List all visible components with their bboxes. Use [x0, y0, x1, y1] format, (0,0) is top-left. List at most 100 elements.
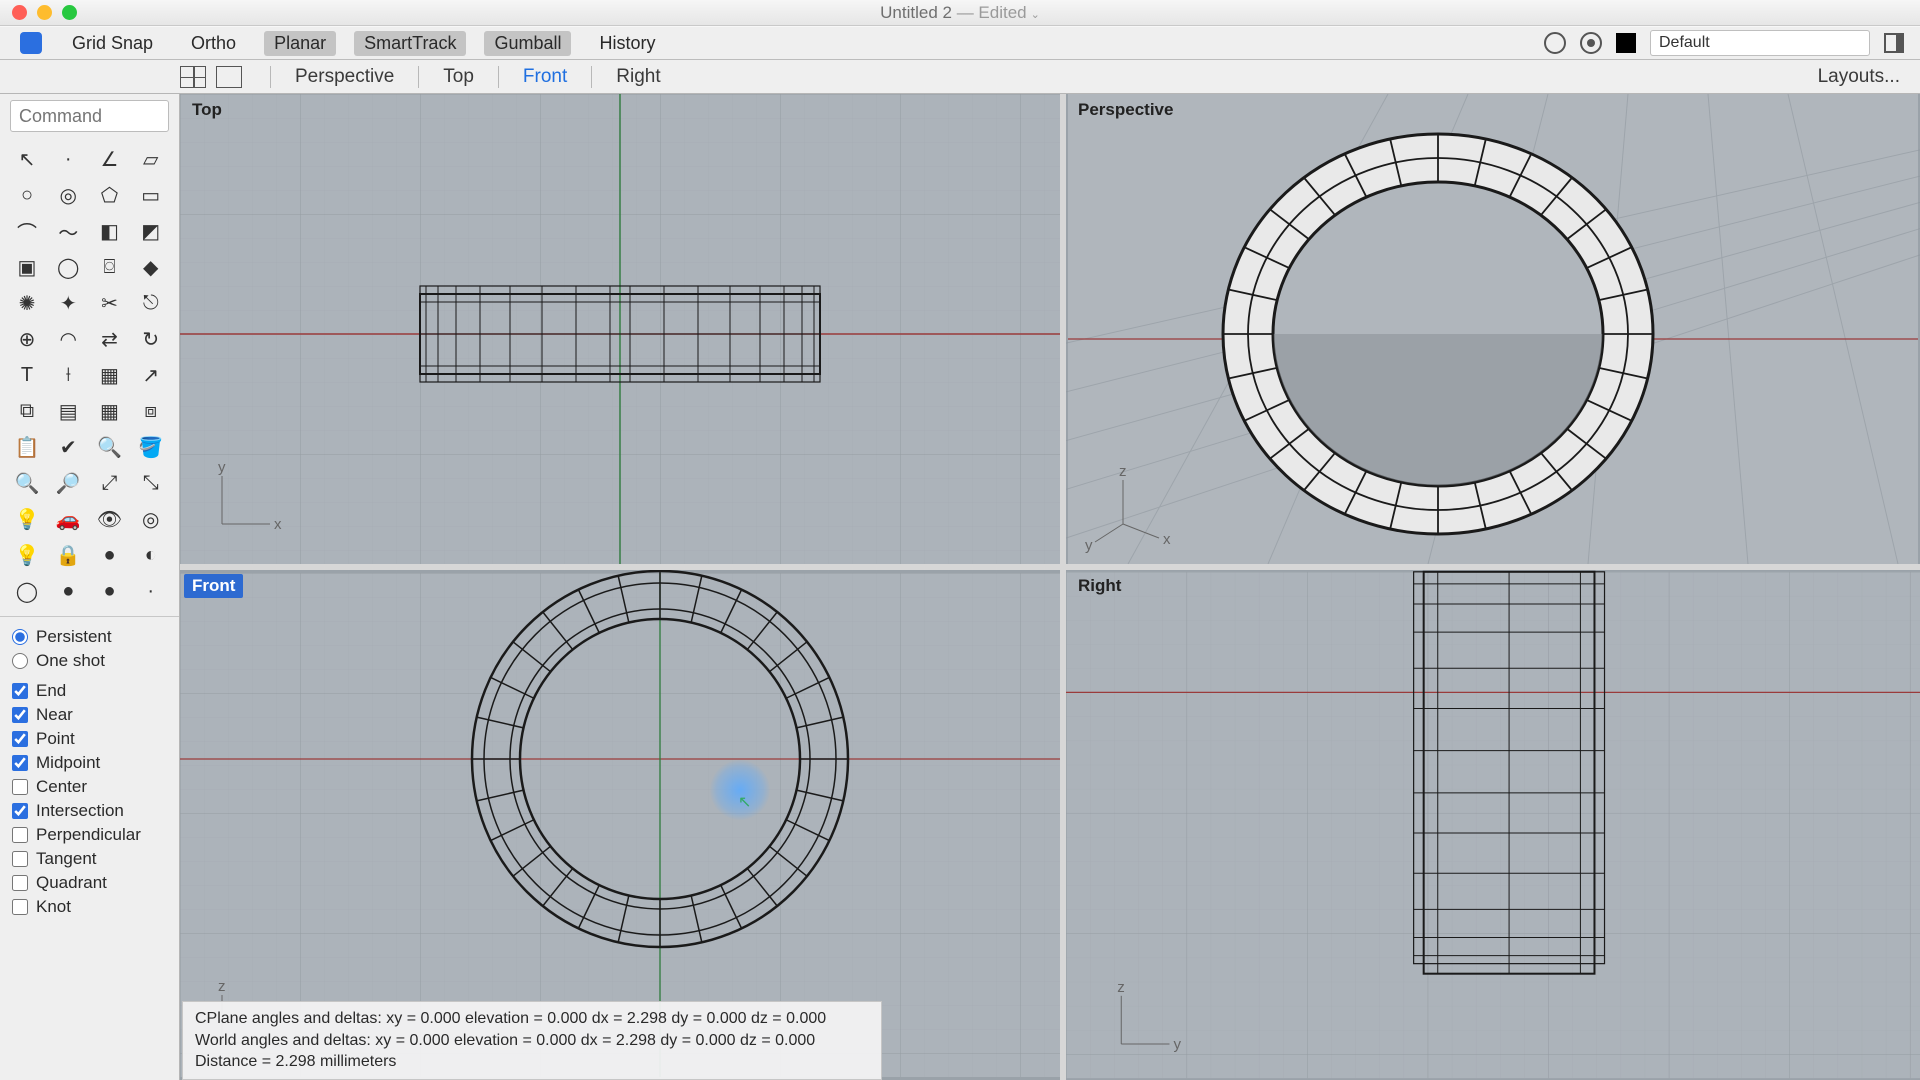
osnap-mode-persistent[interactable]: Persistent	[12, 625, 167, 649]
single-view-icon[interactable]	[216, 66, 242, 88]
plane[interactable]: ▭	[134, 180, 168, 210]
viewport-right[interactable]: Right	[1066, 570, 1920, 1080]
material[interactable]: ●	[93, 540, 127, 570]
curve[interactable]: 〜	[51, 216, 85, 246]
join[interactable]: ⎋	[134, 288, 168, 318]
command-input[interactable]	[10, 100, 169, 132]
svg-text:z: z	[218, 978, 226, 995]
dimension[interactable]: ⟊	[51, 360, 85, 390]
osnap-near[interactable]: Near	[12, 703, 167, 727]
layer-color-swatch[interactable]	[1616, 33, 1636, 53]
osnap-mode-oneshot[interactable]: One shot	[12, 649, 167, 673]
close-window-button[interactable]	[12, 5, 27, 20]
viewport-title-front[interactable]: Front	[184, 574, 243, 598]
inspect[interactable]: 🔍	[93, 432, 127, 462]
planar-toggle[interactable]: Planar	[264, 31, 336, 56]
osnap-quadrant[interactable]: Quadrant	[12, 871, 167, 895]
app-icon[interactable]	[20, 32, 42, 54]
array[interactable]: ▤	[51, 396, 85, 426]
rotate[interactable]: ↻	[134, 324, 168, 354]
svg-text:y: y	[1085, 537, 1093, 554]
layer-dropdown[interactable]: Default	[1650, 30, 1870, 56]
four-view-icon[interactable]	[180, 66, 206, 88]
circle-tool-icon[interactable]	[1544, 32, 1566, 54]
polyline[interactable]: ∠	[93, 144, 127, 174]
split[interactable]: ✂	[93, 288, 127, 318]
target[interactable]: ◎	[134, 504, 168, 534]
lightbulb2[interactable]: 💡	[10, 540, 44, 570]
zoom-extents[interactable]: ⤢	[93, 468, 127, 498]
viewport-title-right[interactable]: Right	[1070, 574, 1129, 598]
tab-front[interactable]: Front	[517, 64, 573, 90]
rectangle[interactable]: ▱	[134, 144, 168, 174]
osnap-perpendicular[interactable]: Perpendicular	[12, 823, 167, 847]
grid-snap-toggle[interactable]: Grid Snap	[62, 31, 163, 56]
lock[interactable]: 🔒	[51, 540, 85, 570]
osnap-midpoint[interactable]: Midpoint	[12, 751, 167, 775]
sphere-shaded[interactable]: ●	[51, 576, 85, 606]
viewport-top[interactable]: Top	[180, 94, 1060, 564]
check[interactable]: ✔	[51, 432, 85, 462]
window-title[interactable]: Untitled 2 — Edited⌄	[880, 3, 1040, 23]
leader[interactable]: ↗	[134, 360, 168, 390]
osnap-end[interactable]: End	[12, 679, 167, 703]
sphere-wire[interactable]: ◯	[10, 576, 44, 606]
right-panel-toggle[interactable]	[1884, 33, 1904, 53]
arc[interactable]: ⌒	[10, 216, 44, 246]
gumball-toggle[interactable]: Gumball	[484, 31, 571, 56]
viewport-title-perspective[interactable]: Perspective	[1070, 98, 1181, 122]
tab-right[interactable]: Right	[610, 64, 666, 90]
tool[interactable]: ·	[134, 576, 168, 606]
left-sidebar: ↖·∠▱○◎⬠▭⌒〜◧◩▣◯⌼◆✺✦✂⎋⊕◠⇄↻T⟊▦↗⧉▤▦⧈📋✔🔍🪣🔍🔎⤢⤡…	[0, 94, 180, 1080]
tab-top[interactable]: Top	[437, 64, 480, 90]
osnap-tangent[interactable]: Tangent	[12, 847, 167, 871]
surface-loft[interactable]: ◧	[93, 216, 127, 246]
window-titlebar: Untitled 2 — Edited⌄	[0, 0, 1920, 26]
osnap-knot[interactable]: Knot	[12, 895, 167, 919]
maximize-window-button[interactable]	[62, 5, 77, 20]
tab-perspective[interactable]: Perspective	[289, 64, 400, 90]
color-wheel[interactable]: ◐	[134, 540, 168, 570]
viewport-perspective[interactable]: Perspective	[1066, 94, 1920, 564]
ellipse[interactable]: ◎	[51, 180, 85, 210]
group[interactable]: ⧉	[10, 396, 44, 426]
boolean-union[interactable]: ⊕	[10, 324, 44, 354]
paint[interactable]: 🪣	[134, 432, 168, 462]
fillet[interactable]: ◠	[51, 324, 85, 354]
osnap-center[interactable]: Center	[12, 775, 167, 799]
smarttrack-toggle[interactable]: SmartTrack	[354, 31, 466, 56]
flash[interactable]: ✦	[51, 288, 85, 318]
light-bulb[interactable]: 💡	[10, 504, 44, 534]
text[interactable]: T	[10, 360, 44, 390]
history-toggle[interactable]: History	[589, 31, 665, 56]
point[interactable]: ·	[51, 144, 85, 174]
explode[interactable]: ✺	[10, 288, 44, 318]
ungroup[interactable]: ⧈	[134, 396, 168, 426]
viewport-title-top[interactable]: Top	[184, 98, 230, 122]
car[interactable]: 🚗	[51, 504, 85, 534]
box[interactable]: ▣	[10, 252, 44, 282]
zoom-window[interactable]: 🔎	[51, 468, 85, 498]
minimize-window-button[interactable]	[37, 5, 52, 20]
polygon[interactable]: ⬠	[93, 180, 127, 210]
zoom-selected[interactable]: ⤡	[134, 468, 168, 498]
cylinder[interactable]: ◯	[51, 252, 85, 282]
clipboard[interactable]: 📋	[10, 432, 44, 462]
circle[interactable]: ○	[10, 180, 44, 210]
layouts-button[interactable]: Layouts...	[1818, 66, 1900, 88]
zoom[interactable]: 🔍	[10, 468, 44, 498]
select-arrow[interactable]: ↖	[10, 144, 44, 174]
record-icon[interactable]	[1580, 32, 1602, 54]
mirror[interactable]: ⇄	[93, 324, 127, 354]
osnap-intersection[interactable]: Intersection	[12, 799, 167, 823]
document-name: Untitled 2	[880, 3, 952, 22]
grid-array[interactable]: ▦	[93, 396, 127, 426]
ortho-toggle[interactable]: Ortho	[181, 31, 246, 56]
eye[interactable]: 👁	[93, 504, 127, 534]
solid[interactable]: ◆	[134, 252, 168, 282]
hatch[interactable]: ▦	[93, 360, 127, 390]
tube[interactable]: ⌼	[93, 252, 127, 282]
sphere-render[interactable]: ●	[93, 576, 127, 606]
osnap-point[interactable]: Point	[12, 727, 167, 751]
surface-sweep[interactable]: ◩	[134, 216, 168, 246]
